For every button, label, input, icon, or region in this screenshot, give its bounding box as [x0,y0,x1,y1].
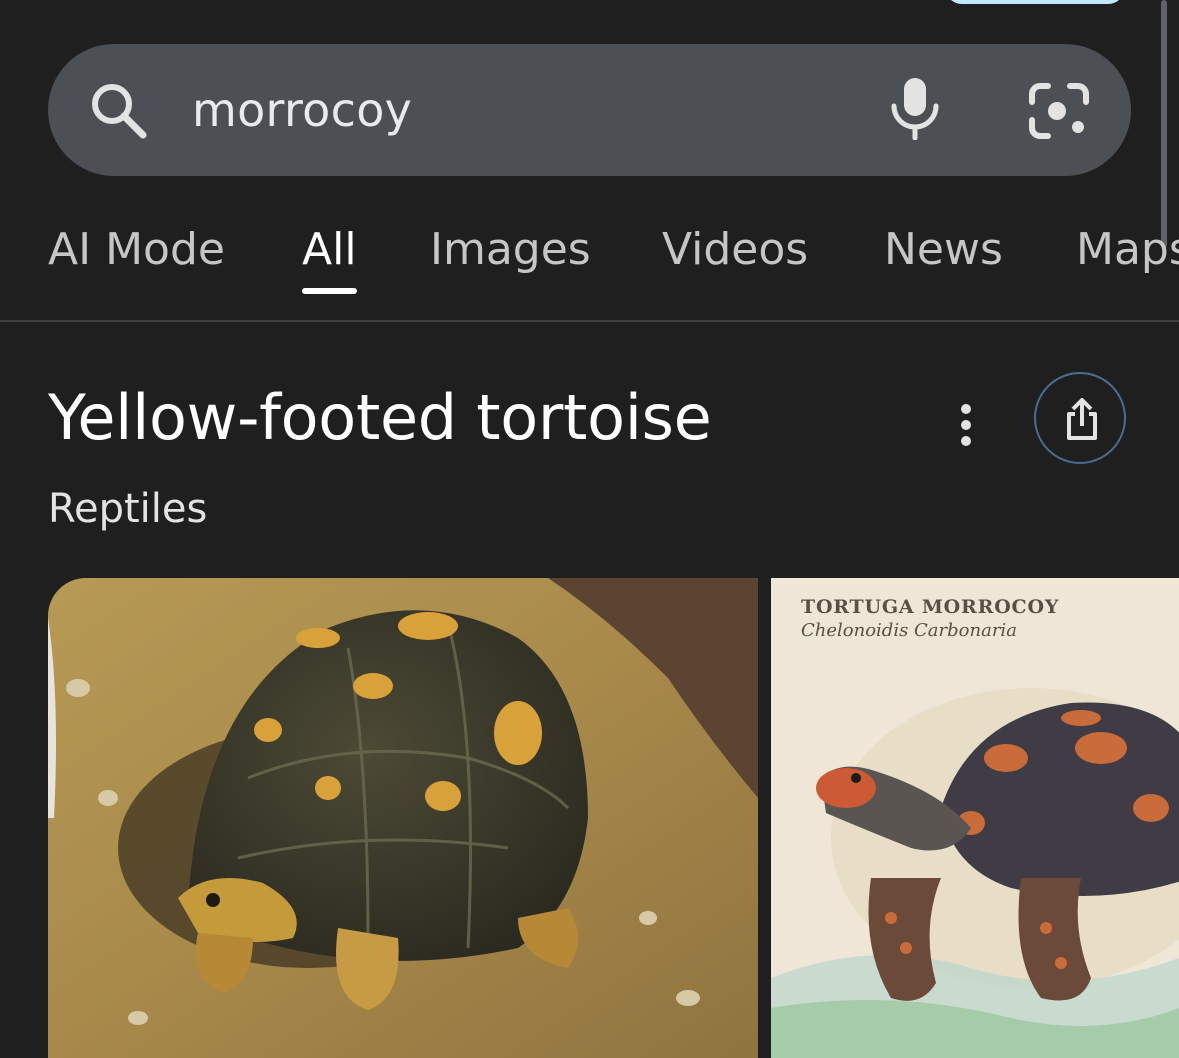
tabs-divider [0,320,1179,322]
share-icon [1067,398,1097,440]
tab-maps[interactable]: Maps [1076,215,1179,285]
account-pill[interactable] [945,0,1125,4]
microphone-icon[interactable] [886,76,944,141]
search-results-page: morrocoy AI Mode All Images Videos News … [0,0,1179,1058]
tortoise-photo-image[interactable] [48,578,758,1058]
tab-images[interactable]: Images [430,215,591,285]
camera-lens-icon[interactable] [1026,80,1092,142]
tortoise-illustration-image[interactable]: TORTUGA MORROCOY Chelonoidis Carbonaria [771,578,1179,1058]
search-input[interactable]: morrocoy [192,78,412,142]
tab-ai-mode[interactable]: AI Mode [48,215,225,285]
search-tabs: AI Mode All Images Videos News Maps [0,215,1179,295]
knowledge-panel-title[interactable]: Yellow-footed tortoise [48,378,712,458]
tab-videos[interactable]: Videos [662,215,808,285]
illustration-title: TORTUGA MORROCOY [801,596,1060,618]
active-tab-indicator [302,288,357,294]
knowledge-panel-subtitle: Reptiles [48,486,208,532]
search-icon[interactable] [88,80,150,142]
tab-news[interactable]: News [884,215,1003,285]
tab-all[interactable]: All [302,215,357,285]
share-button[interactable] [1034,372,1126,464]
illustration-subtitle: Chelonoidis Carbonaria [801,620,1017,641]
scrollbar-thumb[interactable] [1161,0,1167,248]
more-options-icon[interactable] [946,400,986,450]
